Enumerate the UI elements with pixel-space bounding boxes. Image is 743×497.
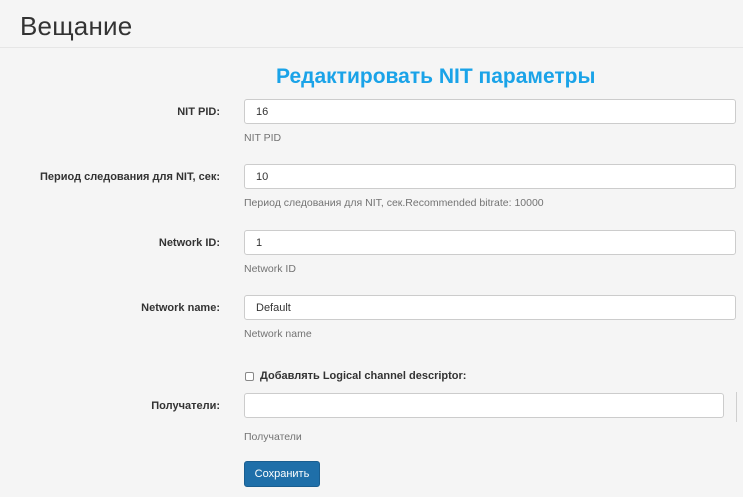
- lcd-checkbox-row[interactable]: Добавлять Logical channel descriptor:: [245, 369, 466, 383]
- recipients-help: Получатели: [244, 431, 302, 443]
- form-title: Редактировать NIT параметры: [276, 65, 596, 88]
- divider: [736, 392, 737, 422]
- network-name-help: Network name: [244, 328, 312, 340]
- network-id-label: Network ID:: [158, 237, 220, 249]
- recipients-label: Получатели:: [151, 400, 220, 412]
- nit-period-input[interactable]: [244, 164, 736, 189]
- nit-pid-label: NIT PID:: [177, 106, 220, 118]
- nit-pid-input[interactable]: [244, 99, 736, 124]
- network-name-label: Network name:: [141, 302, 220, 314]
- recipients-input[interactable]: [244, 393, 724, 418]
- page-header: Вещание: [0, 0, 743, 48]
- nit-pid-help: NIT PID: [244, 132, 282, 144]
- nit-period-label: Период следования для NIT, сек:: [40, 171, 220, 183]
- network-id-help: Network ID: [244, 263, 296, 275]
- network-name-input[interactable]: [244, 295, 736, 320]
- lcd-checkbox-label: Добавлять Logical channel descriptor:: [260, 370, 467, 382]
- page-title: Вещание: [20, 11, 133, 41]
- lcd-checkbox[interactable]: [245, 371, 254, 381]
- save-button[interactable]: Сохранить: [244, 461, 320, 487]
- nit-period-help: Период следования для NIT, сек.Recommend…: [244, 197, 544, 209]
- network-id-input[interactable]: [244, 230, 736, 255]
